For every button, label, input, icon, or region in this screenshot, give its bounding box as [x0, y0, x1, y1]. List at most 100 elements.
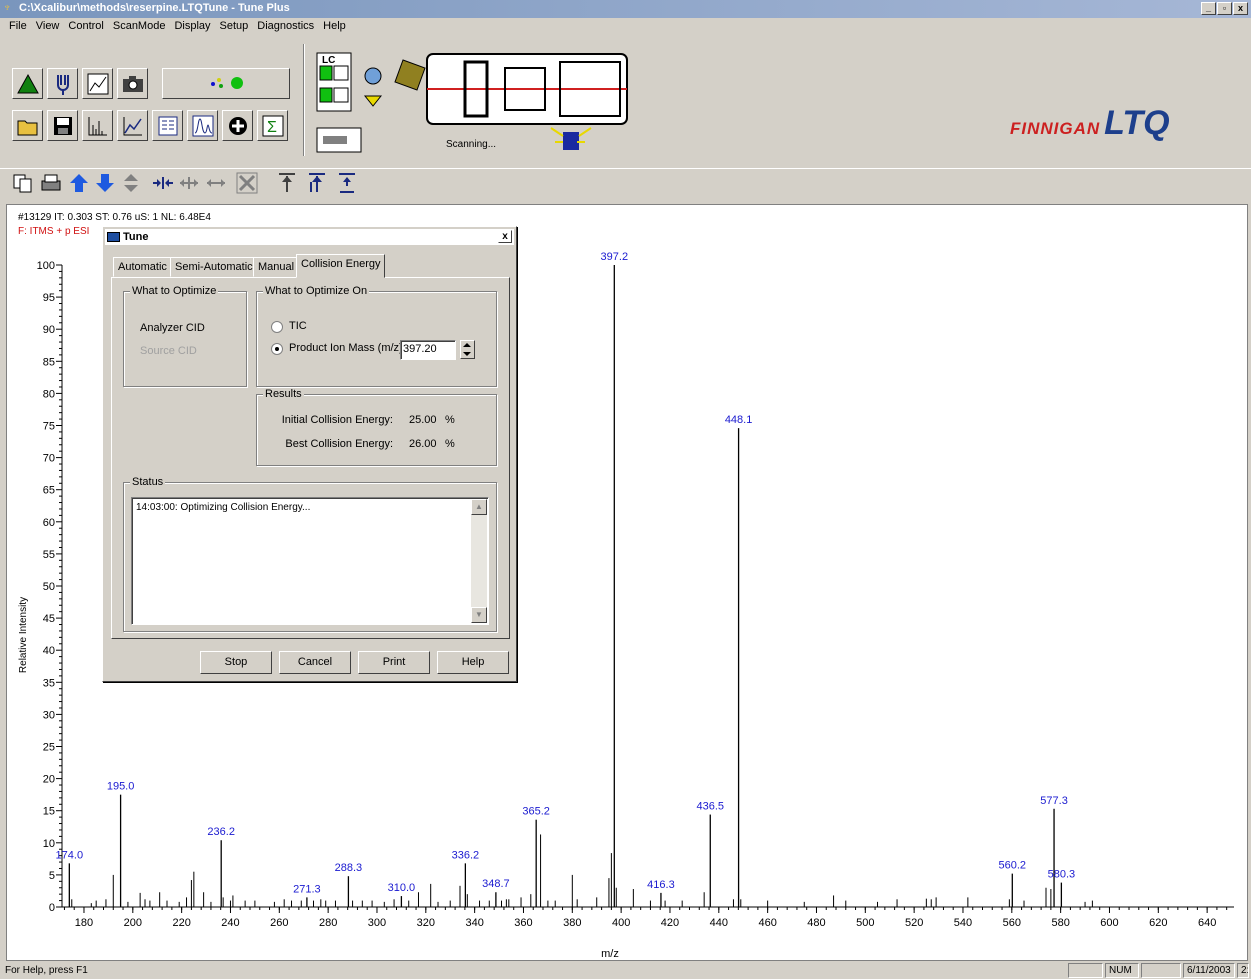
menu-help[interactable]: Help	[319, 18, 351, 36]
menu-diagnostics[interactable]: Diagnostics	[253, 18, 319, 36]
reset-zoom-button[interactable]	[236, 172, 258, 194]
sigma-icon: Σ	[262, 115, 284, 137]
graph-icon	[87, 73, 109, 95]
help-button[interactable]: Help	[437, 651, 509, 674]
arrows-inward-icon	[153, 177, 173, 189]
spinner-arrows-icon	[463, 343, 471, 356]
x-tick-label: 360	[514, 917, 532, 929]
restore-button[interactable]: ▫	[1217, 2, 1232, 15]
top-peak-button[interactable]	[276, 172, 298, 194]
graph-button[interactable]	[82, 68, 113, 99]
menu-view[interactable]: View	[32, 18, 65, 36]
peak-label: 236.2	[207, 826, 235, 838]
scroll-up-icon[interactable]: ▲	[471, 499, 487, 515]
y-tick-label: 0	[49, 902, 55, 914]
arrow-top-small-icon	[339, 173, 355, 193]
y-tick-label: 25	[43, 742, 55, 754]
menu-control[interactable]: Control	[64, 18, 108, 36]
tune-probe-button[interactable]	[47, 68, 78, 99]
cancel-button[interactable]: Cancel	[279, 651, 351, 674]
minimize-button[interactable]: _	[1201, 2, 1216, 15]
status-scrollbar[interactable]: ▲ ▼	[471, 499, 487, 623]
dialog-title: Tune	[123, 231, 149, 243]
pan-x-button[interactable]	[205, 172, 227, 194]
plus-circle-icon	[229, 117, 247, 135]
peak-label: 416.3	[647, 879, 675, 891]
ions-icon	[211, 77, 243, 89]
ion-view-button[interactable]	[162, 68, 290, 99]
status-log[interactable]: 14:03:00: Optimizing Collision Energy...…	[131, 497, 489, 625]
y-tick-label: 30	[43, 709, 55, 721]
table-view-button[interactable]	[152, 110, 183, 141]
add-button[interactable]	[222, 110, 253, 141]
tab-manual[interactable]: Manual	[253, 257, 300, 277]
scale-down-button[interactable]	[94, 172, 116, 194]
menu-bar: File View Control ScanMode Display Setup…	[0, 18, 1251, 36]
tab-semi-automatic[interactable]: Semi-Automatic	[170, 257, 258, 277]
dialog-close-button[interactable]: x	[498, 230, 512, 243]
spectrum-view-button[interactable]	[82, 110, 113, 141]
scroll-indicator	[1141, 963, 1181, 978]
peak-label: 580.3	[1048, 869, 1076, 881]
next-peak-button[interactable]	[306, 172, 328, 194]
peak-button[interactable]	[187, 110, 218, 141]
peak-label: 348.7	[482, 878, 510, 890]
window-controls: _ ▫ x	[1201, 2, 1248, 15]
zoom-out-x-button[interactable]	[178, 172, 200, 194]
mass-spinner[interactable]	[460, 340, 475, 359]
print-button[interactable]	[40, 172, 62, 194]
x-tick-label: 640	[1198, 917, 1216, 929]
tic-radio[interactable]	[271, 321, 283, 333]
start-button[interactable]	[12, 68, 43, 99]
menu-scanmode[interactable]: ScanMode	[109, 18, 171, 36]
tab-automatic[interactable]: Automatic	[113, 257, 172, 277]
close-button[interactable]: x	[1233, 2, 1248, 15]
stop-button[interactable]: Stop	[200, 651, 272, 674]
sum-button[interactable]: Σ	[257, 110, 288, 141]
open-button[interactable]	[12, 110, 43, 141]
x-tick-label: 520	[905, 917, 923, 929]
y-tick-label: 70	[43, 453, 55, 465]
peak-label: 397.2	[601, 251, 629, 263]
probe-icon	[57, 75, 69, 95]
scan-filter: F: ITMS + p ESI	[18, 226, 89, 237]
y-tick-label: 65	[43, 485, 55, 497]
x-tick-label: 540	[954, 917, 972, 929]
camera-button[interactable]	[117, 68, 148, 99]
product-ion-mass-input[interactable]: 397.20	[400, 340, 456, 360]
title-bar: ♆ C:\Xcalibur\methods\reserpine.LTQTune …	[0, 0, 1251, 18]
peak-label: 271.3	[293, 883, 321, 895]
x-tick-label: 220	[172, 917, 190, 929]
x-tick-label: 180	[75, 917, 93, 929]
folder-open-icon	[17, 120, 38, 136]
group-label: Status	[130, 476, 166, 488]
menu-file[interactable]: File	[5, 18, 32, 36]
copy-button[interactable]	[12, 172, 34, 194]
print-dialog-button[interactable]: Print	[358, 651, 430, 674]
tab-collision-energy[interactable]: Collision Energy	[296, 254, 386, 278]
product-ion-radio[interactable]	[271, 343, 283, 355]
chromatogram-button[interactable]	[117, 110, 148, 141]
y-tick-label: 40	[43, 645, 55, 657]
scale-updown-button[interactable]	[120, 172, 142, 194]
y-tick-label: 80	[43, 388, 55, 400]
zoom-in-x-button[interactable]	[152, 172, 174, 194]
dialog-title-bar: Tune x	[105, 229, 514, 245]
menu-display[interactable]: Display	[170, 18, 215, 36]
scale-up-button[interactable]	[68, 172, 90, 194]
status-line: 14:03:00: Optimizing Collision Energy...	[136, 502, 311, 513]
peak-label: 310.0	[388, 882, 416, 894]
status-help-text: For Help, press F1	[5, 965, 88, 976]
finnigan-logo: FINNIGAN LTQ	[1010, 104, 1170, 143]
camera-icon	[123, 76, 143, 92]
analyzer-cid-option[interactable]: Analyzer CID	[140, 322, 205, 334]
logo-brand: FINNIGAN	[1010, 119, 1101, 138]
y-tick-label: 50	[43, 581, 55, 593]
scroll-down-icon[interactable]: ▼	[471, 607, 487, 623]
menu-setup[interactable]: Setup	[216, 18, 254, 36]
peak-icon	[192, 115, 214, 137]
peak-label: 195.0	[107, 781, 135, 793]
y-tick-label: 90	[43, 324, 55, 336]
save-button[interactable]	[47, 110, 78, 141]
previous-peak-button[interactable]	[336, 172, 358, 194]
